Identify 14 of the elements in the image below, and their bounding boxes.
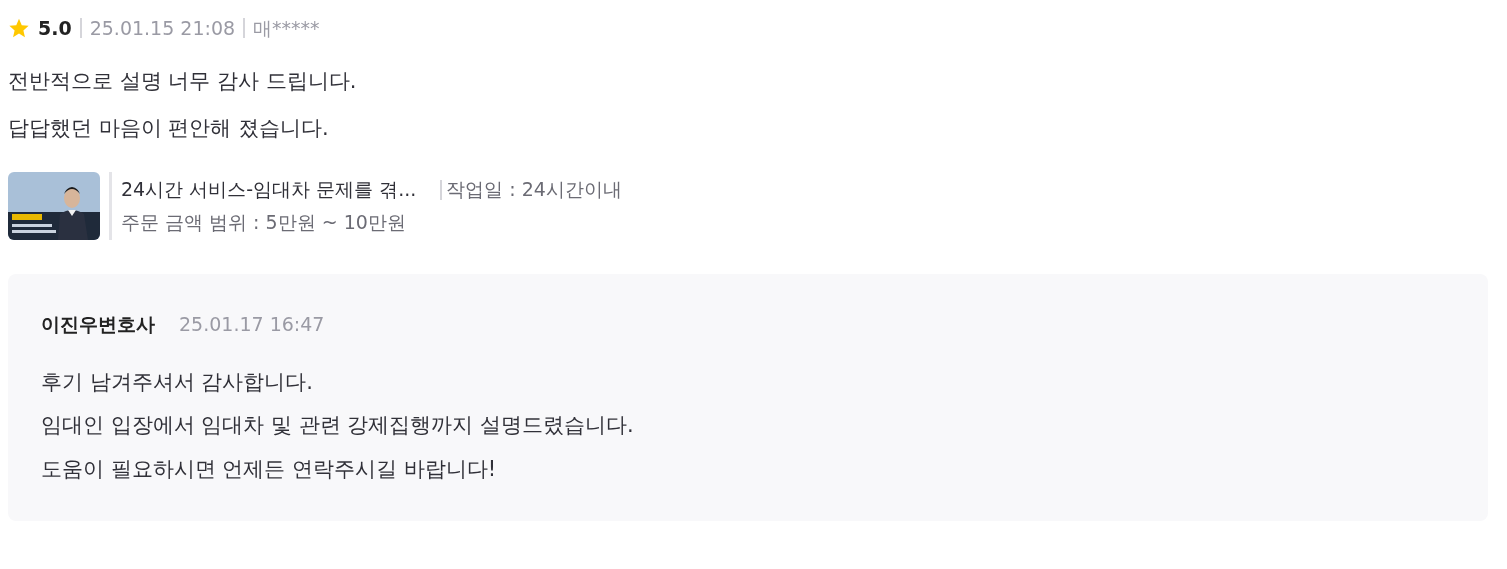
rating: 5.0	[38, 15, 72, 41]
reply-date: 25.01.17 16:47	[179, 312, 325, 337]
work-period: 작업일 : 24시간이내	[446, 177, 622, 202]
reviewer-name: 매*****	[253, 15, 320, 41]
star-icon	[8, 17, 30, 39]
price-range: 주문 금액 범위 : 5만원 ~ 10만원	[121, 210, 407, 235]
reply-text: 임대인 입장에서 임대차 및 관련 강제집행까지 설명드렸습니다.	[41, 413, 634, 437]
review-text: 답답했던 마음이 편안해 졌습니다.	[8, 116, 329, 140]
review-date: 25.01.15 21:08	[89, 15, 236, 41]
reply-text: 도움이 필요하시면 언제든 연락주시길 바랍니다!	[41, 456, 497, 481]
replier-name: 이진우변호사	[41, 312, 155, 337]
review-text: 전반적으로 설명 너무 감사 드립니다.	[8, 69, 357, 93]
service-title[interactable]: 24시간 서비스-임대차 문제를 겪...	[121, 173, 417, 206]
reply-text: 후기 남겨주셔서 감사합니다.	[41, 369, 314, 394]
